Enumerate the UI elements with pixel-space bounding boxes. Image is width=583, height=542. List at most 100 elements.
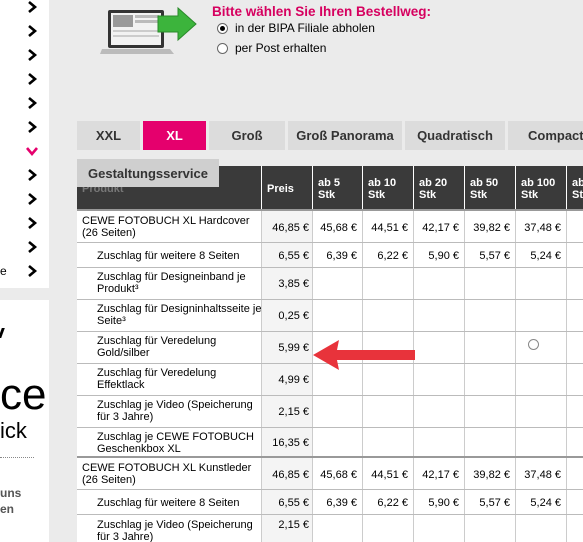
qty-price: 6,22 € xyxy=(377,250,408,262)
product-price: 4,99 € xyxy=(278,374,309,386)
header-qty-unit: Stk xyxy=(318,189,336,201)
product-price: 0,25 € xyxy=(278,310,309,322)
header-qty: ab 10 Stk xyxy=(363,166,413,209)
table-row: Zuschlag für Designeinband je Produkt³ 3,… xyxy=(77,267,583,300)
sidebar-item[interactable] xyxy=(0,91,49,115)
pickup-label: in der BIPA Filiale abholen xyxy=(235,21,375,35)
product-name: CEWE FOTOBUCH XL Kunstleder (26 Seiten) xyxy=(82,462,252,486)
chevron-right-icon xyxy=(25,264,39,278)
header-price: Preis xyxy=(262,166,312,209)
category-sidebar: e xyxy=(0,0,49,288)
header-qty-line: ab 5 xyxy=(318,177,341,189)
sidebar-item[interactable] xyxy=(0,67,49,91)
sidebar-item[interactable] xyxy=(0,139,49,163)
qty-price: 6,39 € xyxy=(326,497,357,509)
promo-text-fragment: ick xyxy=(0,418,27,443)
header-qty-line: ab 20 xyxy=(419,177,448,189)
promo-divider xyxy=(0,457,34,458)
header-qty-unit: Stk xyxy=(470,189,488,201)
qty-price: 5,57 € xyxy=(479,497,510,509)
tab-gestaltungsservice[interactable]: Gestaltungsservice xyxy=(77,159,219,187)
table-row: Zuschlag für Designinhaltsseite je Seite… xyxy=(77,299,583,332)
post-radio[interactable] xyxy=(217,42,228,54)
qty-price: 39,82 € xyxy=(473,222,510,234)
sidebar-promo-box: ce ick uns en xyxy=(0,300,49,542)
product-price: 3,85 € xyxy=(278,278,309,290)
product-price: 46,85 € xyxy=(272,222,309,234)
product-name: Zuschlag je Video (Speicherung für 3 Jah… xyxy=(97,519,253,542)
qty-price: 44,51 € xyxy=(371,222,408,234)
qty-price: 45,68 € xyxy=(320,469,357,481)
sidebar-item[interactable] xyxy=(0,211,49,235)
sidebar-item[interactable] xyxy=(0,187,49,211)
tab-xl[interactable]: XL xyxy=(143,121,206,150)
qty-price: 37,48 € xyxy=(524,222,561,234)
post-label: per Post erhalten xyxy=(235,41,327,55)
chevron-right-icon xyxy=(25,72,39,86)
header-qty-line: ab 100 xyxy=(521,177,556,189)
post-option[interactable]: per Post erhalten xyxy=(217,40,326,56)
header-qty: ab 5 Stk xyxy=(313,166,362,209)
chevron-right-icon xyxy=(25,24,39,38)
tab-quadratisch[interactable]: Quadratisch xyxy=(405,121,505,150)
header-qty-line: ab 10 xyxy=(368,177,397,189)
chevron-right-icon xyxy=(25,96,39,110)
tab-xxl[interactable]: XXL xyxy=(77,121,140,150)
chevron-right-icon xyxy=(25,48,39,62)
qty-price: 37,48 € xyxy=(524,469,561,481)
product-name: CEWE FOTOBUCH XL Hardcover (26 Seiten) xyxy=(82,215,250,239)
qty-price: 5,90 € xyxy=(428,250,459,262)
header-qty-unit: Stk xyxy=(419,189,437,201)
product-price: 5,99 € xyxy=(278,342,309,354)
header-qty-line: ab xyxy=(572,177,583,189)
sidebar-item[interactable] xyxy=(0,235,49,259)
header-qty: ab 50 Stk xyxy=(465,166,515,209)
product-price: 2,15 € xyxy=(278,406,309,418)
product-price: 6,55 € xyxy=(278,250,309,262)
qty-price: 39,82 € xyxy=(473,469,510,481)
sidebar-item[interactable] xyxy=(0,19,49,43)
qty-price: 5,57 € xyxy=(479,250,510,262)
sidebar-item[interactable]: e xyxy=(0,259,49,283)
header-qty-line: ab 50 xyxy=(470,177,499,189)
product-price: 2,15 € xyxy=(278,519,309,531)
sidebar-item[interactable] xyxy=(0,0,49,19)
product-name: Zuschlag für Veredelung Gold/silber xyxy=(97,335,217,359)
product-name: Zuschlag je CEWE FOTOBUCH Geschenkbox XL xyxy=(97,431,254,455)
sidebar-item-label-fragment: e xyxy=(0,264,7,278)
qty-price: 6,22 € xyxy=(377,497,408,509)
table-row: CEWE FOTOBUCH XL Hardcover (26 Seiten) 46… xyxy=(77,209,583,244)
pickup-radio[interactable] xyxy=(217,22,228,34)
chevron-right-icon xyxy=(25,216,39,230)
qty-price: 5,90 € xyxy=(428,497,459,509)
table-row: Zuschlag je Video (Speicherung für 3 Jah… xyxy=(77,514,583,542)
promo-mark xyxy=(0,328,5,338)
laptop-illustration xyxy=(100,6,197,54)
qty-price: 42,17 € xyxy=(422,222,459,234)
product-price: 6,55 € xyxy=(278,497,309,509)
pickup-option[interactable]: in der BIPA Filiale abholen xyxy=(217,20,375,36)
tab-compact[interactable]: Compact xyxy=(508,121,583,150)
product-name: Zuschlag für weitere 8 Seiten xyxy=(97,250,240,262)
product-name: Zuschlag für Veredelung Effektlack xyxy=(97,367,217,391)
sidebar-item[interactable] xyxy=(0,43,49,67)
product-price: 46,85 € xyxy=(272,469,309,481)
chevron-right-icon xyxy=(25,168,39,182)
table-row: Zuschlag je Video (Speicherung für 3 Jah… xyxy=(77,395,583,428)
table-row: Zuschlag je CEWE FOTOBUCH Geschenkbox XL… xyxy=(77,427,583,457)
chevron-right-icon xyxy=(25,120,39,134)
product-name: Zuschlag für Designinhaltsseite je Seite… xyxy=(97,303,262,327)
chevron-down-icon xyxy=(25,144,39,158)
table-row: Zuschlag für weitere 8 Seiten 6,55 € 6,39 … xyxy=(77,242,583,268)
header-qty: abStk xyxy=(567,166,583,209)
table-row: CEWE FOTOBUCH XL Kunstleder (26 Seiten) 4… xyxy=(77,456,583,491)
product-name: Zuschlag je Video (Speicherung für 3 Jah… xyxy=(97,399,253,423)
sidebar-item[interactable] xyxy=(0,115,49,139)
sidebar-item[interactable] xyxy=(0,163,49,187)
order-method-title: Bitte wählen Sie Ihren Bestellweg: xyxy=(212,4,432,19)
qty-price: 5,24 € xyxy=(530,497,561,509)
product-price: 16,35 € xyxy=(272,437,309,449)
tab-gross[interactable]: Groß xyxy=(209,121,285,150)
table-row: Zuschlag für weitere 8 Seiten 6,55 € 6,39 … xyxy=(77,489,583,515)
tab-gross-panorama[interactable]: Groß Panorama xyxy=(288,121,402,150)
